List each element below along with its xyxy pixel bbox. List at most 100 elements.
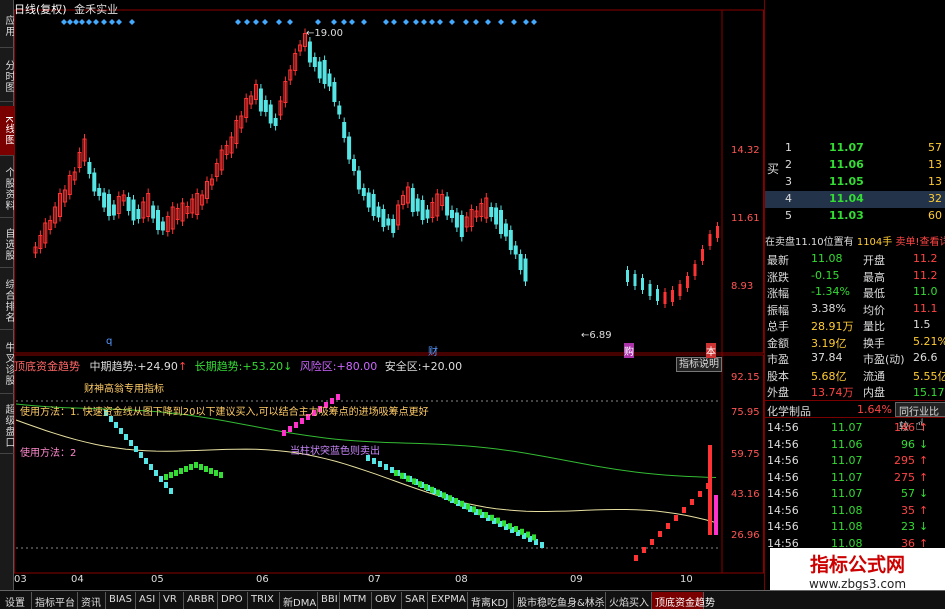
bid-volume: 13 [928,158,942,171]
quote-value: 11.08 [811,252,843,265]
indicator-bar [490,514,494,521]
indicator-tab[interactable]: BIAS [106,592,136,609]
safe-zone-value: +20.00 [421,360,463,373]
candle-body [361,188,366,196]
quote-value: -1.34% [811,285,850,298]
long-trend-label: 长期趋势: [194,360,243,373]
candle-body [523,258,528,282]
indicator-scale-1: 92.15 [731,372,760,383]
candlestick-chart[interactable] [14,0,764,590]
industry-name[interactable]: 化学制品 [767,403,811,419]
side-tab-1[interactable]: 分时图 [0,52,14,102]
indicator-bar [164,482,168,488]
trade-price: 11.08 [831,503,863,517]
sell-order-alert[interactable]: 在卖盘11.10位置有 1104手 卖单!查看详细 [765,233,945,249]
indicator-tab[interactable]: 背离KDJ [468,592,514,609]
arrow-up-icon: ↑ [919,421,929,434]
indicator-tab[interactable]: OBV [372,592,402,609]
quote-label: 振幅 [767,303,789,317]
quote-label: 涨幅 [767,287,789,300]
chart-area[interactable]: 日线(复权) 金禾实业 顶底资金趋势 中期趋势:+24.90↑ 长期趋势:+53… [14,0,764,590]
low-price-marker: ←6.89 [581,330,612,341]
indicator-explain-button[interactable]: 指标说明 [676,357,722,372]
sell-alert-action[interactable]: 卖单!查看详细 [895,237,945,248]
bid-price: 11.04 [829,192,864,205]
side-tab-4[interactable]: 自选股 [0,222,14,268]
indicator-tab[interactable]: DPO [218,592,248,609]
trade-volume: 23 [901,520,915,533]
event-marker-q[interactable]: q [106,336,112,347]
indicator-bar [124,434,128,440]
candle-body [327,73,332,87]
bid-row[interactable]: 4 11.04 32 [765,191,945,208]
indicator-tab[interactable]: ARBR [184,592,218,609]
indicator-tab[interactable]: BBI [318,592,340,609]
bid-row[interactable]: 5 11.03 60 [765,208,945,225]
diamond-marker-icon [463,19,469,25]
indicator-tab[interactable]: 股市稳吃鱼身&林杀 [514,592,606,609]
candle-body [391,219,396,233]
date-label: 05 [151,574,164,585]
indicator-bar [642,547,646,553]
bid-row[interactable]: 2 11.06 13 [765,157,945,174]
event-marker-finance[interactable]: 财 [428,343,438,358]
side-tab-0[interactable]: 应用 [0,4,14,48]
quote-value: 11.2 [913,268,938,282]
quote-label: 市盈(动) [863,353,905,366]
indicator-bar [204,466,208,472]
diamond-marker-icon [449,19,455,25]
side-tab-5[interactable]: 综合排名 [0,272,14,330]
candle-body [626,270,629,282]
quote-panel: 买 盘 111.0757211.0613311.0513411.0432511.… [764,0,945,590]
trade-time: 14:56 [767,437,799,451]
side-tab-2[interactable]: K线图 [0,106,14,156]
indicator-bar [514,526,518,532]
candle-body [459,215,464,237]
event-marker-buyback[interactable]: 购 [624,343,634,358]
arrow-down-icon: ↓ [919,520,929,533]
indicator-bar [442,492,446,499]
bid-level: 1 [785,141,792,154]
candle-body [317,61,322,79]
quote-row: 最新 11.08 开盘 11.2 [765,251,945,268]
indicator-tab[interactable]: 顶底资金趋势 [652,592,715,609]
side-tab-7[interactable]: 超级盘口 [0,398,14,454]
bid-row[interactable]: 1 11.07 57 [765,140,945,157]
watermark-title: 指标公式网 [809,554,905,576]
quote-label: 均价 [863,303,885,317]
mid-trend-line [15,419,717,524]
indicator-tab[interactable]: MTM [340,592,372,609]
indicator-tab[interactable]: 新DMA [280,592,318,609]
candle-body [445,196,450,216]
indicator-tab[interactable]: 火焰买入 [606,592,652,609]
candle-body [386,218,391,226]
indicator-tab[interactable]: 指标平台 [32,592,78,609]
side-tab-3[interactable]: 个股资料 [0,160,14,218]
chart-period: 日线(复权) [14,3,67,16]
bid-volume: 60 [928,209,942,222]
indicator-bar [436,489,440,496]
diamond-marker-icon [403,19,409,25]
bid-row[interactable]: 3 11.05 13 [765,174,945,191]
indicator-tab[interactable]: 设置 [2,592,32,609]
quote-label: 涨跌 [767,270,789,284]
diamond-marker-icon [437,19,443,25]
indicator-name[interactable]: 顶底资金趋势 [14,360,80,373]
candle-body [513,245,518,255]
indicator-tab[interactable]: 资讯 [78,592,106,609]
quote-value: 11.1 [913,301,938,315]
quote-label: 换手 [863,336,885,350]
indicator-tab[interactable]: TRIX [248,592,280,609]
candle-body [494,207,499,225]
indicator-scale-3: 59.75 [731,449,760,460]
indicator-tab[interactable]: VR [160,592,184,609]
indicator-tab[interactable]: SAR [402,592,428,609]
event-marker-capital[interactable]: 本 [706,343,716,358]
candle-body [708,234,712,246]
indicator-tab[interactable]: EXPMA [428,592,468,609]
side-tab-6[interactable]: 牛叉诊股 [0,334,14,394]
indicator-tab[interactable]: ASI [136,592,160,609]
indicator-bar [199,464,203,470]
trade-time: 14:56 [767,470,799,484]
diamond-marker-icon [116,19,122,25]
